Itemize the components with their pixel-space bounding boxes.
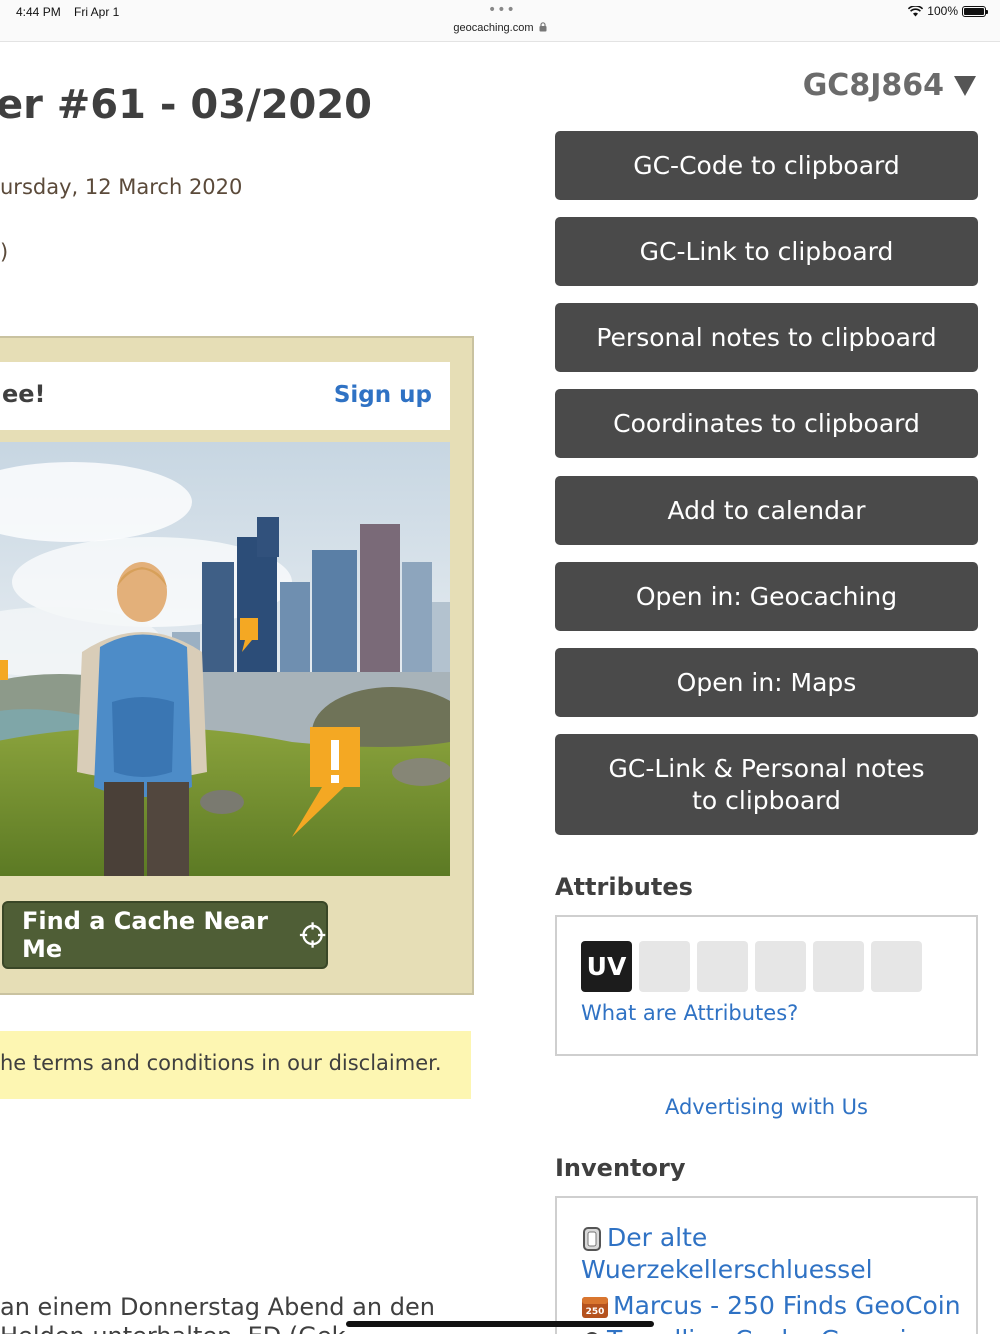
inventory-item[interactable]: 250 Marcus - 250 Finds GeoCoin	[581, 1290, 961, 1322]
attributes-panel: UV What are Attributes?	[555, 915, 978, 1056]
inventory-item-label: Travelling Cache Geocoin	[607, 1325, 922, 1334]
status-bar: 4:44 PM Fri Apr 1 ••• geocaching.com 100…	[0, 0, 1000, 42]
find-cache-label: Find a Cache Near Me	[22, 907, 268, 963]
geocoin-badge: 250	[586, 1307, 605, 1317]
geocoin-icon: 250	[582, 1297, 608, 1318]
status-right: 100%	[908, 4, 988, 18]
event-date: ursday, 12 March 2020	[0, 175, 243, 199]
empty-attribute-slot	[639, 941, 690, 992]
trackable-tag-icon	[583, 1227, 601, 1251]
empty-attribute-slot	[755, 941, 806, 992]
caret-down-icon	[954, 75, 976, 96]
gc-code: GC8J864	[802, 68, 944, 103]
inventory-heading: Inventory	[555, 1154, 686, 1182]
owner-paren: )	[0, 240, 9, 264]
add-to-calendar-button[interactable]: Add to calendar	[555, 476, 978, 545]
url-bar[interactable]: geocaching.com	[0, 22, 1000, 34]
gc-code-dropdown[interactable]: GC8J864	[803, 68, 976, 103]
signup-link[interactable]: Sign up	[334, 382, 432, 408]
description-line-2: Helden unterhalten. ED (Gek	[0, 1322, 346, 1334]
battery-percent: 100%	[927, 4, 958, 18]
attribute-icons: UV	[581, 941, 922, 992]
inventory-panel: Der alte Wuerzekellerschluessel 250 Marc…	[555, 1196, 978, 1334]
promo-illustration	[0, 442, 450, 876]
advertising-link[interactable]: Advertising with Us	[555, 1095, 978, 1119]
promo-free-text: ee!	[2, 380, 46, 408]
empty-attribute-slot	[871, 941, 922, 992]
empty-attribute-slot	[697, 941, 748, 992]
open-in-geocaching-button[interactable]: Open in: Geocaching	[555, 562, 978, 631]
disclaimer-text: he terms and conditions in our disclaime…	[0, 1051, 442, 1075]
personal-notes-clipboard-button[interactable]: Personal notes to clipboard	[555, 303, 978, 372]
description-line-1: an einem Donnerstag Abend an den	[0, 1293, 435, 1321]
inventory-item-label: Marcus - 250 Finds GeoCoin	[613, 1291, 961, 1320]
status-time: 4:44 PM	[16, 5, 61, 19]
travel-bug-icon	[587, 1332, 597, 1334]
url-text: geocaching.com	[453, 22, 534, 34]
wifi-icon	[908, 5, 924, 16]
uv-attribute-icon[interactable]: UV	[581, 941, 632, 992]
battery-icon	[962, 5, 988, 17]
link-and-notes-clipboard-button[interactable]: GC-Link & Personal notes to clipboard	[555, 734, 978, 835]
more-dots-icon[interactable]: •••	[488, 2, 516, 18]
lock-icon	[539, 22, 547, 32]
disclaimer-notice: he terms and conditions in our disclaime…	[0, 1031, 471, 1099]
signup-promo: ee! Sign up Find a Cache Near Me	[0, 336, 474, 995]
promo-bar: ee! Sign up	[0, 362, 450, 430]
home-indicator[interactable]	[346, 1321, 654, 1327]
gc-link-clipboard-button[interactable]: GC-Link to clipboard	[555, 217, 978, 286]
inventory-item-label: Der alte Wuerzekellerschluessel	[581, 1223, 873, 1284]
crosshair-icon	[299, 922, 326, 948]
hiker-city-image	[0, 442, 450, 876]
gc-code-clipboard-button[interactable]: GC-Code to clipboard	[555, 131, 978, 200]
cache-title: er #61 - 03/2020	[0, 82, 373, 128]
coordinates-clipboard-button[interactable]: Coordinates to clipboard	[555, 389, 978, 458]
empty-attribute-slot	[813, 941, 864, 992]
attributes-heading: Attributes	[555, 873, 693, 901]
inventory-item[interactable]: Der alte Wuerzekellerschluessel	[581, 1222, 961, 1286]
what-are-attributes-link[interactable]: What are Attributes?	[581, 1001, 798, 1025]
status-date: Fri Apr 1	[74, 5, 120, 19]
open-in-maps-button[interactable]: Open in: Maps	[555, 648, 978, 717]
find-cache-button[interactable]: Find a Cache Near Me	[2, 901, 328, 969]
